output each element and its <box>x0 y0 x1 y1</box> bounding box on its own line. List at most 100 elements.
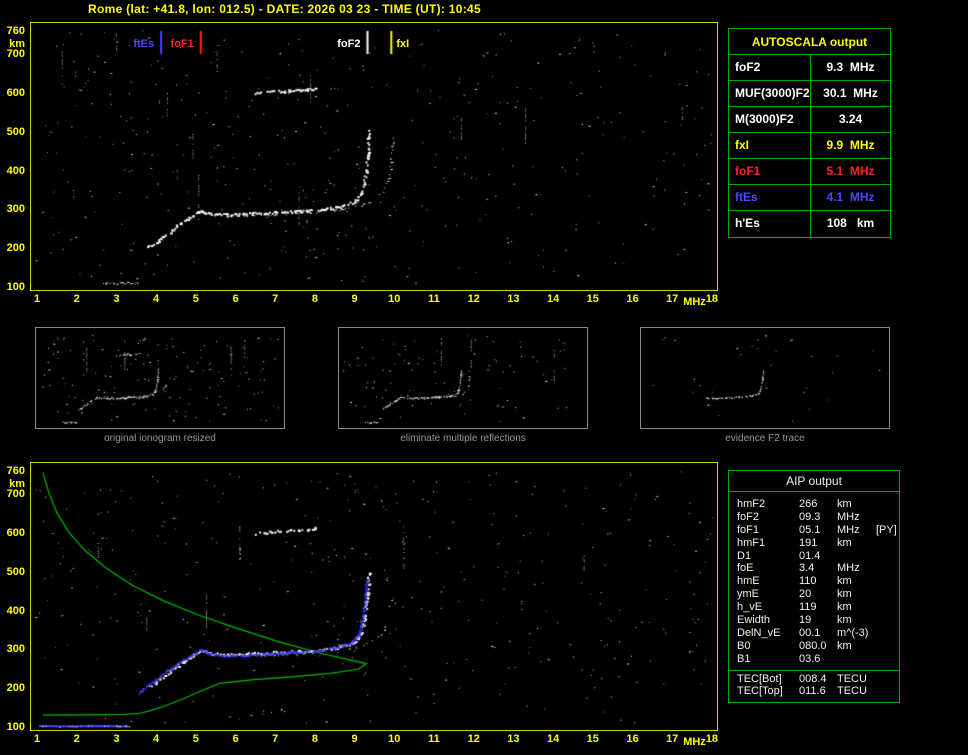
aip-row-hmE: hmE110km <box>737 575 899 588</box>
aip-row-hmF2: hmF2266km <box>737 498 899 511</box>
aip-param-label: h_vE <box>737 601 799 614</box>
bottom-y-tick-500: 500 <box>0 567 25 578</box>
autoscala-row-ftEs: ftEs4.1 MHz <box>729 185 890 211</box>
aip-param-label: foF2 <box>737 511 799 524</box>
aip-param-unit: TECU <box>837 685 876 698</box>
bottom-x-tick-4: 4 <box>144 734 168 745</box>
aip-param-unit: km <box>837 640 876 653</box>
aip-param-note <box>876 498 899 511</box>
top-x-tick-11: 11 <box>422 294 446 305</box>
aip-row-h_vE: h_vE119km <box>737 601 899 614</box>
top-x-tick-15: 15 <box>581 294 605 305</box>
aip-param-value: 03.6 <box>799 653 837 666</box>
thumb-f2-caption: evidence F2 trace <box>640 433 890 444</box>
aip-param-unit: m^(-3) <box>837 627 876 640</box>
marker-label-fxI: fxI <box>396 39 409 50</box>
aip-param-note <box>876 562 899 575</box>
aip-param-note <box>876 640 899 653</box>
aip-param-label: TEC[Bot] <box>737 673 799 686</box>
aip-param-value: 110 <box>799 575 837 588</box>
aip-param-value: 01.4 <box>799 550 837 563</box>
aip-param-value: 008.4 <box>799 673 837 686</box>
autoscala-param-label: fxI <box>729 133 811 158</box>
aip-param-note <box>876 601 899 614</box>
bottom-x-tick-5: 5 <box>184 734 208 745</box>
aip-param-note <box>876 511 899 524</box>
aip-row-TEC[Top]: TEC[Top]011.6TECU <box>737 685 899 698</box>
autoscala-row-fxI: fxI9.9 MHz <box>729 133 890 159</box>
aip-row-Ewidth: Ewidth19km <box>737 614 899 627</box>
bottom-x-tick-16: 16 <box>621 734 645 745</box>
aip-param-note <box>876 537 899 550</box>
aip-param-unit <box>837 550 876 563</box>
aip-row-B0: B0080.0km <box>737 640 899 653</box>
top-y-axis-unit: km <box>0 39 25 50</box>
top-x-tick-1: 1 <box>25 294 49 305</box>
top-x-tick-8: 8 <box>303 294 327 305</box>
aip-param-value: 119 <box>799 601 837 614</box>
top-y-tick-100: 100 <box>0 282 25 293</box>
aip-param-value: 266 <box>799 498 837 511</box>
thumb-original-ionogram: original ionogram resized <box>35 327 285 444</box>
aip-param-note <box>876 614 899 627</box>
aip-param-label: hmE <box>737 575 799 588</box>
bottom-x-tick-14: 14 <box>541 734 565 745</box>
aip-param-value: 09.3 <box>799 511 837 524</box>
autoscala-param-label: ftEs <box>729 185 811 210</box>
aip-tec-rows: TEC[Bot]008.4TECUTEC[Top]011.6TECU <box>729 671 899 699</box>
aip-param-value: 011.6 <box>799 685 837 698</box>
station-header: Rome (lat: +41.8, lon: 012.5) - DATE: 20… <box>88 2 481 16</box>
thumb-original-canvas <box>35 327 285 429</box>
bottom-x-tick-7: 7 <box>263 734 287 745</box>
bottom-y-tick-400: 400 <box>0 606 25 617</box>
aip-param-value: 080.0 <box>799 640 837 653</box>
autoscala-param-label: MUF(3000)F2 <box>729 81 811 106</box>
aip-row-B1: B103.6 <box>737 653 899 666</box>
autoscala-param-value: 5.1 MHz <box>811 159 890 184</box>
aip-row-DelN_vE: DelN_vE00.1m^(-3) <box>737 627 899 640</box>
ionogram-plot-top <box>30 22 718 291</box>
autoscala-rows: foF29.3 MHzMUF(3000)F230.1 MHzM(3000)F23… <box>729 55 890 237</box>
thumb-eliminate-canvas <box>338 327 588 429</box>
aip-param-label: DelN_vE <box>737 627 799 640</box>
thumb-eliminate-caption: eliminate multiple reflections <box>338 433 588 444</box>
top-x-tick-17: 17 <box>660 294 684 305</box>
top-x-tick-12: 12 <box>462 294 486 305</box>
top-y-tick-600: 600 <box>0 88 25 99</box>
aip-param-note <box>876 550 899 563</box>
bottom-x-tick-2: 2 <box>65 734 89 745</box>
autoscala-row-foF1: foF15.1 MHz <box>729 159 890 185</box>
bottom-y-axis-unit: km <box>0 479 25 490</box>
aip-param-unit: km <box>837 588 876 601</box>
autoscala-param-value: 3.24 <box>811 107 890 132</box>
aip-param-unit: MHz <box>837 511 876 524</box>
aip-param-unit: km <box>837 601 876 614</box>
bottom-x-tick-6: 6 <box>224 734 248 745</box>
bottom-x-tick-11: 11 <box>422 734 446 745</box>
aip-param-unit: km <box>837 614 876 627</box>
bottom-x-tick-12: 12 <box>462 734 486 745</box>
bottom-y-tick-760: 760 <box>0 466 25 477</box>
autoscala-param-label: foF2 <box>729 55 811 80</box>
aip-param-label: D1 <box>737 550 799 563</box>
autoscala-param-label: foF1 <box>729 159 811 184</box>
top-x-tick-14: 14 <box>541 294 565 305</box>
aip-param-unit: MHz <box>837 562 876 575</box>
aip-param-unit: TECU <box>837 673 876 686</box>
autoscala-param-value: 4.1 MHz <box>811 185 890 210</box>
aip-row-foF1: foF105.1MHz[PY] <box>737 524 899 537</box>
aip-param-note <box>876 653 899 666</box>
top-y-tick-300: 300 <box>0 204 25 215</box>
autoscala-param-value: 9.3 MHz <box>811 55 890 80</box>
autoscala-param-label: h'Es <box>729 211 811 237</box>
aip-param-unit: km <box>837 575 876 588</box>
thumb-f2-canvas <box>640 327 890 429</box>
bottom-x-tick-9: 9 <box>343 734 367 745</box>
autoscala-row-M(3000)F2: M(3000)F23.24 <box>729 107 890 133</box>
aip-param-label: B1 <box>737 653 799 666</box>
aip-param-label: Ewidth <box>737 614 799 627</box>
aip-param-note <box>876 685 899 698</box>
aip-param-note <box>876 627 899 640</box>
aip-parameter-rows: hmF2266kmfoF209.3MHzfoF105.1MHz[PY]hmF11… <box>729 492 899 666</box>
bottom-x-tick-3: 3 <box>104 734 128 745</box>
